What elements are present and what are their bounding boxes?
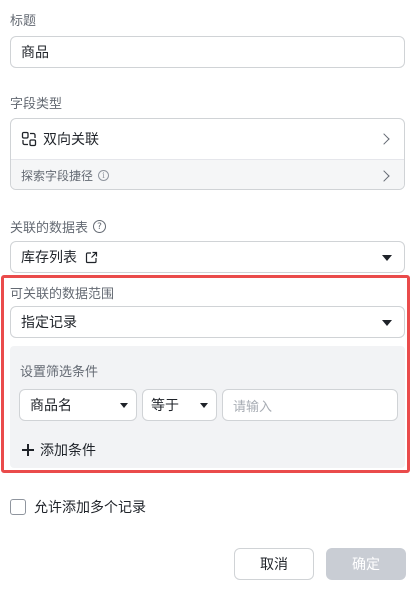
field-type-value: 双向关联 <box>43 132 99 148</box>
field-shortcut-link[interactable]: 探索字段捷径 i <box>11 159 404 189</box>
data-range-select[interactable]: 指定记录 <box>10 306 405 338</box>
field-type-select[interactable]: 双向关联 <box>11 119 404 159</box>
field-type-card: 双向关联 探索字段捷径 i <box>10 118 405 190</box>
title-label: 标题 <box>10 14 37 29</box>
plus-icon <box>22 444 34 456</box>
chevron-down-icon <box>382 320 392 326</box>
title-input-value: 商品 <box>21 45 49 61</box>
linked-table-value: 库存列表 <box>21 250 77 266</box>
chevron-right-icon <box>378 170 390 182</box>
condition-operator-value: 等于 <box>151 398 179 414</box>
field-type-label: 字段类型 <box>10 97 63 112</box>
help-icon[interactable]: ? <box>93 220 107 233</box>
linked-table-label: 关联的数据表 <box>10 221 89 236</box>
add-condition-label: 添加条件 <box>40 443 96 459</box>
chevron-down-icon <box>382 255 392 261</box>
link-icon <box>21 131 37 147</box>
filter-title: 设置筛选条件 <box>20 365 99 380</box>
chevron-right-icon <box>378 133 390 145</box>
confirm-button[interactable]: 确定 <box>326 548 406 580</box>
title-input[interactable]: 商品 <box>10 36 405 68</box>
field-shortcut-label: 探索字段捷径 <box>21 169 94 183</box>
cancel-button[interactable]: 取消 <box>234 548 314 580</box>
data-range-value: 指定记录 <box>21 315 77 331</box>
condition-field-select[interactable]: 商品名 <box>19 389 137 421</box>
condition-field-value: 商品名 <box>30 398 72 414</box>
linked-table-select[interactable]: 库存列表 <box>10 241 405 273</box>
chevron-down-icon <box>200 403 208 408</box>
data-range-label: 可关联的数据范围 <box>10 287 115 302</box>
allow-multiple-label: 允许添加多个记录 <box>34 500 146 516</box>
linked-table-label-row: 关联的数据表 ? <box>10 217 107 236</box>
chevron-down-icon <box>120 403 128 408</box>
condition-value-placeholder: 请输入 <box>233 399 273 415</box>
external-link-icon[interactable] <box>85 251 98 264</box>
allow-multiple-checkbox[interactable] <box>10 499 26 515</box>
info-icon: i <box>98 170 110 181</box>
allow-multiple-row[interactable]: 允许添加多个记录 <box>10 497 146 517</box>
condition-operator-select[interactable]: 等于 <box>142 389 217 421</box>
filter-panel: 设置筛选条件 商品名 等于 请输入 添加条件 <box>10 346 405 468</box>
condition-value-input[interactable]: 请输入 <box>222 389 398 421</box>
add-condition-button[interactable]: 添加条件 <box>22 440 96 460</box>
